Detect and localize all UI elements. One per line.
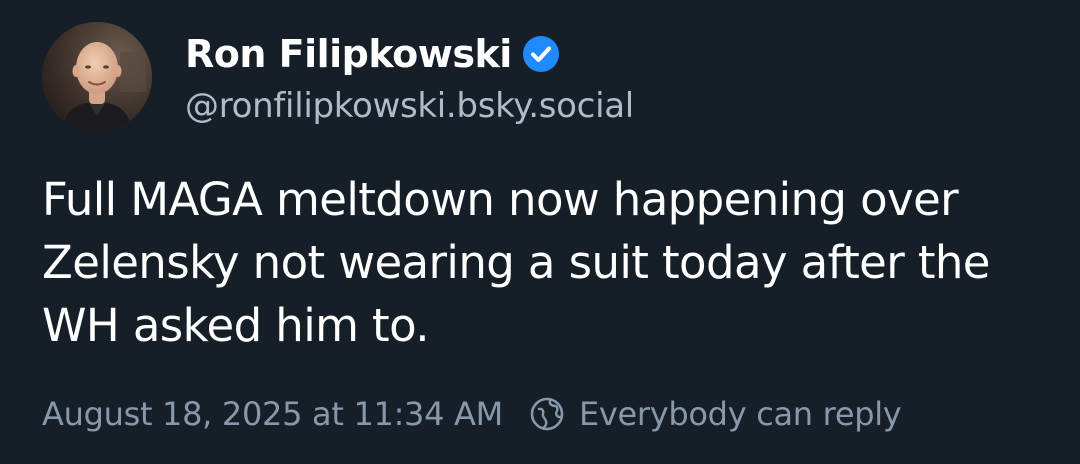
reply-setting-label: Everybody can reply xyxy=(578,395,902,433)
globe-icon xyxy=(529,396,565,432)
post-card: Ron Filipkowski @ronfilipkowski.bsky.soc… xyxy=(0,0,1080,464)
post-meta: August 18, 2025 at 11:34 AM Everybody ca… xyxy=(42,388,902,440)
post-timestamp[interactable]: August 18, 2025 at 11:34 AM xyxy=(42,395,503,433)
post-text: Full MAGA meltdown now happening over Ze… xyxy=(42,173,990,352)
author-name-row: Ron Filipkowski xyxy=(185,30,560,78)
author-handle[interactable]: @ronfilipkowski.bsky.social xyxy=(185,86,634,126)
author-display-name[interactable]: Ron Filipkowski xyxy=(185,32,512,76)
author-avatar[interactable] xyxy=(42,22,152,132)
verified-check-icon xyxy=(522,35,560,73)
avatar-photo xyxy=(42,22,152,132)
reply-setting[interactable]: Everybody can reply xyxy=(529,395,902,433)
